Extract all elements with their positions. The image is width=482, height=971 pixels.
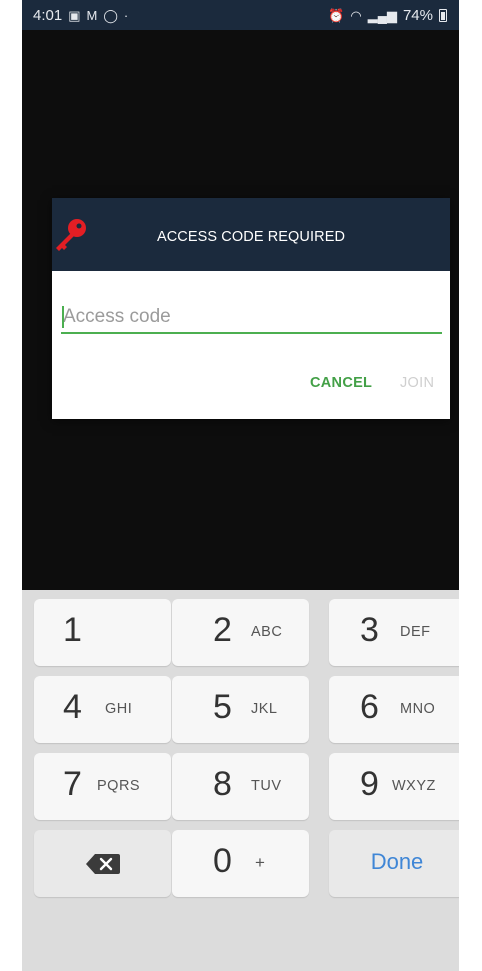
join-button[interactable]: JOIN: [400, 375, 434, 391]
dialog-title: ACCESS CODE REQUIRED: [156, 229, 346, 245]
signal-icon: ▂▄▆: [367, 8, 397, 23]
key-4[interactable]: 4 GHI: [34, 676, 171, 743]
alarm-icon: ⏰: [328, 8, 345, 23]
key-digit: 5: [213, 688, 232, 726]
key-letters: TUV: [251, 778, 282, 794]
backspace-key[interactable]: [34, 830, 171, 897]
key-letters: DEF: [400, 624, 431, 640]
key-digit: 7: [63, 765, 82, 803]
key-digit: 6: [360, 688, 379, 726]
done-label: Done: [370, 849, 424, 874]
wifi-icon: ◠: [350, 8, 362, 23]
backspace-icon: [86, 854, 120, 874]
image-notification-icon: ▣: [68, 8, 81, 23]
numeric-keyboard: 1 2 ABC 3 DEF 4 GHI 5 JKL 6 MNO 7 PQRS 8: [22, 590, 459, 971]
key-letters: WXYZ: [392, 778, 436, 794]
access-code-input[interactable]: [61, 303, 442, 331]
battery-icon: [439, 9, 447, 22]
whatsapp-icon: ◯: [103, 8, 118, 23]
battery-percent: 74%: [402, 7, 433, 24]
key-5[interactable]: 5 JKL: [172, 676, 309, 743]
key-digit: 4: [63, 688, 82, 726]
key-digit: 1: [63, 611, 82, 649]
access-code-dialog: ACCESS CODE REQUIRED CANCEL JOIN: [52, 198, 450, 419]
key-2[interactable]: 2 ABC: [172, 599, 309, 666]
gmail-icon: M: [86, 8, 98, 23]
cancel-button[interactable]: CANCEL: [310, 375, 372, 391]
key-plus: +: [255, 853, 266, 872]
key-digit: 3: [360, 611, 379, 649]
text-cursor: [62, 306, 64, 328]
status-time: 4:01: [33, 7, 63, 24]
key-letters: GHI: [105, 701, 133, 717]
status-dot: ·: [123, 8, 129, 23]
key-digit: 2: [213, 611, 232, 649]
key-1[interactable]: 1: [34, 599, 171, 666]
key-9[interactable]: 9 WXYZ: [329, 753, 459, 820]
key-letters: PQRS: [97, 778, 141, 794]
key-8[interactable]: 8 TUV: [172, 753, 309, 820]
key-digit: 0: [213, 842, 232, 880]
input-underline: [61, 332, 442, 334]
key-letters: ABC: [251, 624, 283, 640]
dialog-header: ACCESS CODE REQUIRED: [52, 198, 450, 271]
key-letters: MNO: [400, 701, 436, 717]
key-letters: JKL: [251, 701, 278, 717]
key-7[interactable]: 7 PQRS: [34, 753, 171, 820]
status-bar: 4:01 ▣ M ◯ · ⏰ ◠ ▂▄▆ 74%: [22, 0, 459, 30]
access-code-field[interactable]: [61, 303, 442, 334]
phone-screen: 4:01 ▣ M ◯ · ⏰ ◠ ▂▄▆ 74% ACCESS CODE REQ…: [22, 0, 459, 971]
key-6[interactable]: 6 MNO: [329, 676, 459, 743]
done-key[interactable]: Done: [329, 830, 459, 897]
key-0[interactable]: 0 +: [172, 830, 309, 897]
key-3[interactable]: 3 DEF: [329, 599, 459, 666]
key-digit: 8: [213, 765, 232, 803]
key-digit: 9: [360, 765, 379, 803]
